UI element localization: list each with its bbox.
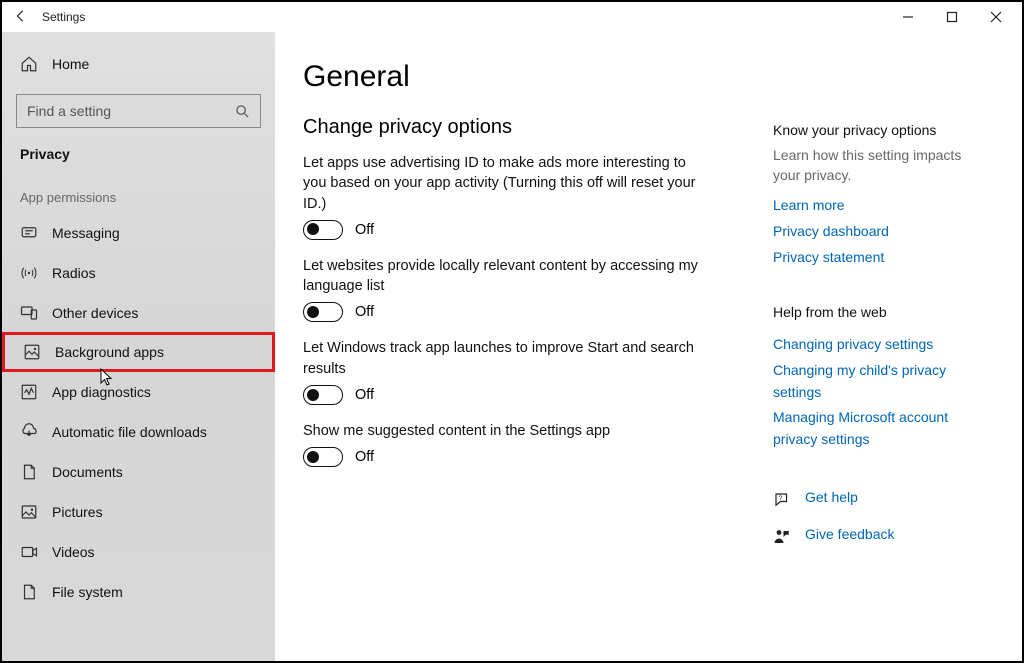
sidebar-item-label: Radios: [52, 265, 96, 281]
sidebar: Home Find a setting Privacy App permissi…: [2, 32, 275, 661]
minimize-button[interactable]: [886, 3, 930, 31]
link-get-help[interactable]: Get help: [805, 487, 858, 509]
privacy-option-1: Let websites provide locally relevant co…: [303, 256, 713, 323]
help-link[interactable]: Changing my child's privacy settings: [773, 360, 990, 403]
toggle-switch[interactable]: [303, 220, 343, 240]
sidebar-item-messaging[interactable]: Messaging: [2, 213, 275, 253]
option-label: Let apps use advertising ID to make ads …: [303, 153, 713, 214]
toggle-state: Off: [355, 304, 374, 320]
link-learn-more[interactable]: Learn more: [773, 195, 990, 217]
maximize-button[interactable]: [930, 3, 974, 31]
toggle-switch[interactable]: [303, 302, 343, 322]
sidebar-item-label: Background apps: [55, 344, 164, 360]
page-subtitle: Change privacy options: [303, 116, 713, 139]
window-title: Settings: [36, 10, 85, 24]
option-label: Let websites provide locally relevant co…: [303, 256, 713, 297]
toggle-switch[interactable]: [303, 385, 343, 405]
aside-privacy-heading: Know your privacy options: [773, 122, 990, 138]
sidebar-item-app-diagnostics[interactable]: App diagnostics: [2, 372, 275, 412]
sidebar-item-label: File system: [52, 584, 123, 600]
option-label: Show me suggested content in the Setting…: [303, 421, 713, 441]
sidebar-item-label: App diagnostics: [52, 384, 151, 400]
devices-icon: [20, 304, 38, 322]
help-link[interactable]: Managing Microsoft account privacy setti…: [773, 407, 990, 450]
sidebar-item-background-apps[interactable]: Background apps: [2, 332, 275, 372]
search-input[interactable]: Find a setting: [16, 94, 261, 128]
download-icon: [20, 423, 38, 441]
titlebar: Settings: [2, 2, 1022, 32]
option-label: Let Windows track app launches to improv…: [303, 338, 713, 379]
sidebar-item-pictures[interactable]: Pictures: [2, 492, 275, 532]
toggle-state: Off: [355, 222, 374, 238]
help-link[interactable]: Changing privacy settings: [773, 334, 990, 356]
get-help-row[interactable]: ? Get help: [773, 487, 990, 513]
give-feedback-row[interactable]: Give feedback: [773, 524, 990, 550]
sidebar-item-label: Messaging: [52, 225, 120, 241]
sidebar-item-label: Documents: [52, 464, 123, 480]
link-privacy-dashboard[interactable]: Privacy dashboard: [773, 221, 990, 243]
search-placeholder: Find a setting: [27, 103, 111, 119]
sidebar-item-label: Pictures: [52, 504, 103, 520]
sidebar-item-label: Other devices: [52, 305, 138, 321]
sidebar-item-other-devices[interactable]: Other devices: [2, 293, 275, 333]
sidebar-section-title: Privacy: [2, 140, 275, 180]
sidebar-home-label: Home: [52, 56, 89, 72]
help-icon: ?: [773, 491, 791, 509]
aside-panel: Know your privacy options Learn how this…: [773, 60, 990, 661]
sidebar-group-label: App permissions: [2, 180, 275, 213]
sidebar-item-radios[interactable]: Radios: [2, 253, 275, 293]
svg-text:?: ?: [779, 495, 783, 502]
sidebar-item-label: Automatic file downloads: [52, 424, 207, 440]
aside-privacy-desc: Learn how this setting impacts your priv…: [773, 146, 990, 185]
search-icon: [235, 104, 250, 119]
close-button[interactable]: [974, 3, 1018, 31]
privacy-option-3: Show me suggested content in the Setting…: [303, 421, 713, 467]
aside-help-heading: Help from the web: [773, 304, 990, 320]
main-content: General Change privacy options Let apps …: [303, 60, 713, 661]
link-give-feedback[interactable]: Give feedback: [805, 524, 895, 546]
privacy-option-2: Let Windows track app launches to improv…: [303, 338, 713, 405]
toggle-state: Off: [355, 449, 374, 465]
filesystem-icon: [20, 583, 38, 601]
pictures-icon: [20, 503, 38, 521]
videos-icon: [20, 543, 38, 561]
sidebar-item-automatic-file-downloads[interactable]: Automatic file downloads: [2, 412, 275, 452]
radio-icon: [20, 264, 38, 282]
page-title: General: [303, 60, 713, 94]
link-privacy-statement[interactable]: Privacy statement: [773, 247, 990, 269]
toggle-state: Off: [355, 387, 374, 403]
toggle-switch[interactable]: [303, 447, 343, 467]
sidebar-home[interactable]: Home: [2, 44, 275, 84]
back-button[interactable]: [6, 9, 36, 26]
diagnostics-icon: [20, 383, 38, 401]
privacy-option-0: Let apps use advertising ID to make ads …: [303, 153, 713, 240]
background-apps-icon: [23, 343, 41, 361]
sidebar-item-videos[interactable]: Videos: [2, 532, 275, 572]
sidebar-item-file-system[interactable]: File system: [2, 572, 275, 612]
messaging-icon: [20, 224, 38, 242]
feedback-icon: [773, 528, 791, 546]
documents-icon: [20, 463, 38, 481]
home-icon: [20, 55, 38, 73]
sidebar-item-documents[interactable]: Documents: [2, 452, 275, 492]
sidebar-item-label: Videos: [52, 544, 95, 560]
